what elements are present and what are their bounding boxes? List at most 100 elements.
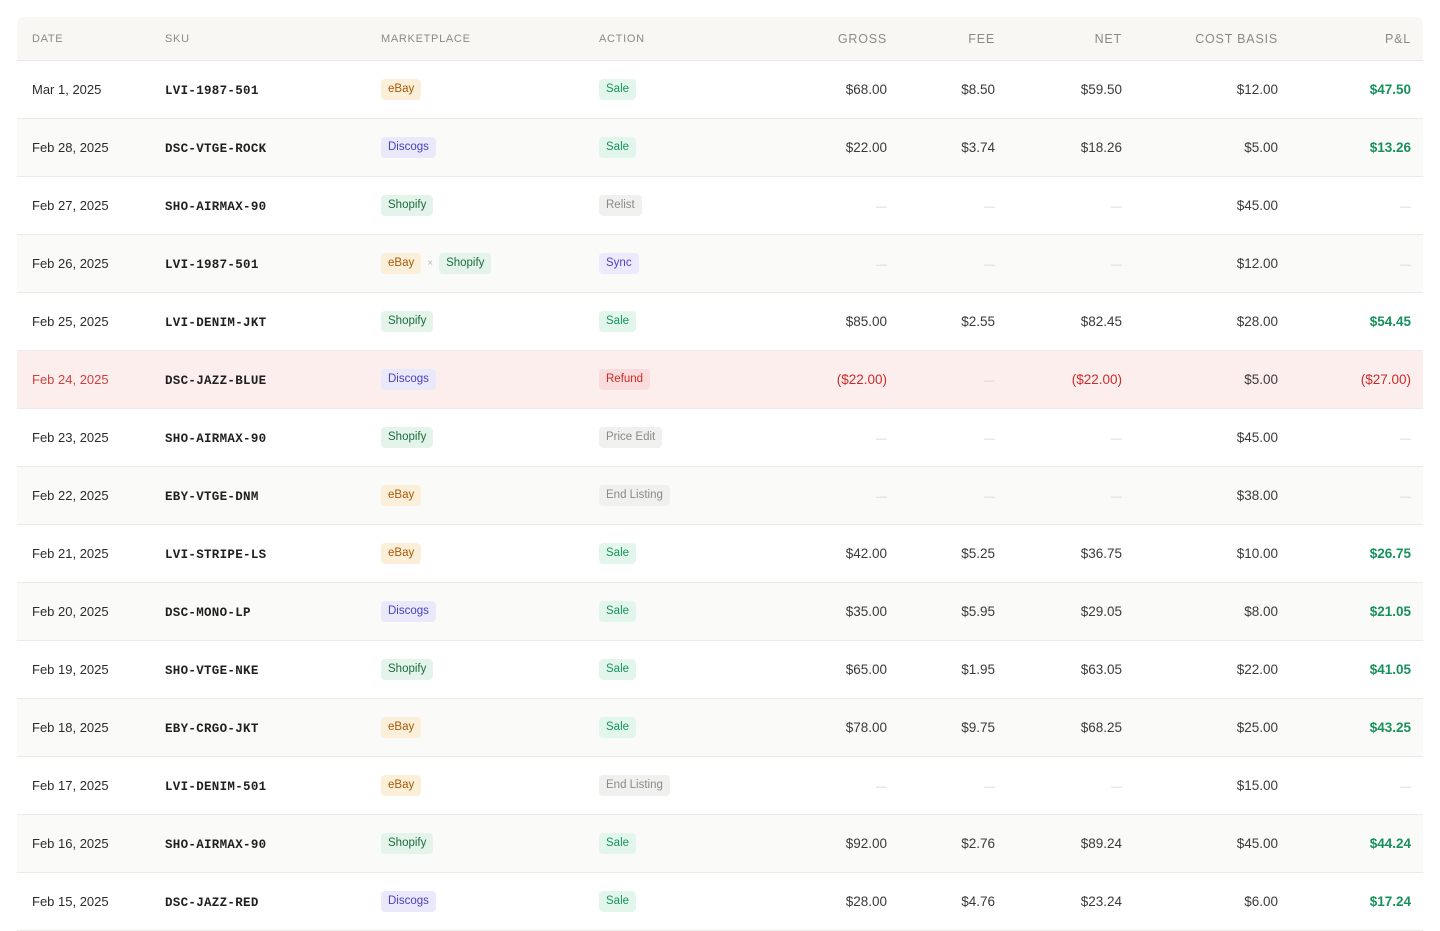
column-header-action[interactable]: ACTION	[599, 33, 759, 45]
row-net: $63.05	[995, 662, 1122, 677]
row-gross: $42.00	[759, 546, 887, 561]
column-header-sku[interactable]: SKU	[165, 33, 381, 45]
column-header-cost-basis[interactable]: COST BASIS	[1122, 32, 1278, 46]
row-sku[interactable]: LVI-1987-501	[165, 84, 259, 98]
row-pl-value: $13.26	[1369, 140, 1411, 155]
table-row[interactable]: Feb 20, 2025 DSC-MONO-LP Discogs Sale $35.00…	[17, 583, 1423, 641]
row-date: Feb 19, 2025	[32, 662, 109, 677]
row-gross: —	[759, 778, 887, 793]
table-row[interactable]: Feb 23, 2025 SHO-AIRMAX-90 Shopify Price Ed…	[17, 409, 1423, 467]
empty-value: —	[984, 491, 995, 503]
row-cost-basis: $5.00	[1122, 140, 1278, 155]
row-sku-cell: SHO-AIRMAX-90	[165, 198, 381, 214]
row-pl: $43.25	[1278, 720, 1411, 735]
row-sku-cell: SHO-VTGE-NKE	[165, 662, 381, 678]
row-marketplace-cell: Discogs	[381, 137, 599, 158]
row-action-cell: Sale	[599, 543, 759, 564]
row-sku[interactable]: LVI-1987-501	[165, 258, 259, 272]
table-row[interactable]: Feb 27, 2025 SHO-AIRMAX-90 Shopify Relist — —…	[17, 177, 1423, 235]
row-sku[interactable]: LVI-STRIPE-LS	[165, 548, 266, 562]
row-pl: $44.24	[1278, 836, 1411, 851]
row-sku[interactable]: DSC-JAZZ-RED	[165, 896, 259, 910]
row-fee-value: $1.95	[961, 662, 995, 677]
row-gross: $68.00	[759, 82, 887, 97]
row-sku[interactable]: DSC-JAZZ-BLUE	[165, 374, 266, 388]
column-header-date[interactable]: DATE	[17, 33, 165, 45]
row-marketplace-cell: eBay	[381, 717, 599, 738]
row-sku[interactable]: LVI-DENIM-JKT	[165, 316, 266, 330]
empty-value: —	[876, 201, 887, 213]
table-row[interactable]: Feb 19, 2025 SHO-VTGE-NKE Shopify Sale $65.0…	[17, 641, 1423, 699]
row-net-value: $18.26	[1080, 140, 1122, 155]
row-fee: —	[887, 430, 995, 445]
row-cost-basis: $10.00	[1122, 546, 1278, 561]
row-sku[interactable]: SHO-AIRMAX-90	[165, 200, 266, 214]
row-sku[interactable]: EBY-CRGO-JKT	[165, 722, 259, 736]
table-row[interactable]: Feb 15, 2025 DSC-JAZZ-RED Discogs Sale $28.0…	[17, 873, 1423, 931]
marketplace-badge-ebay: eBay	[381, 485, 422, 506]
row-gross: —	[759, 488, 887, 503]
row-net-value: ($22.00)	[1071, 372, 1122, 387]
column-header-gross[interactable]: GROSS	[759, 32, 887, 46]
row-net-value: $59.50	[1080, 82, 1122, 97]
table-row[interactable]: Feb 28, 2025 DSC-VTGE-ROCK Discogs Sale $22.…	[17, 119, 1423, 177]
column-header-net[interactable]: NET	[995, 32, 1122, 46]
row-action-cell: Price Edit	[599, 427, 759, 448]
empty-value: —	[984, 259, 995, 271]
row-sku[interactable]: SHO-VTGE-NKE	[165, 664, 259, 678]
table-row[interactable]: Feb 21, 2025 LVI-STRIPE-LS eBay Sale $42.00 $…	[17, 525, 1423, 583]
table-row[interactable]: Feb 24, 2025 DSC-JAZZ-BLUE Discogs Refund ($…	[17, 351, 1423, 409]
row-marketplace-cell: Shopify	[381, 195, 599, 216]
row-sku[interactable]: SHO-AIRMAX-90	[165, 838, 266, 852]
row-fee-value: $9.75	[961, 720, 995, 735]
row-pl-value: $21.05	[1369, 604, 1411, 619]
row-action-cell: Sale	[599, 717, 759, 738]
row-net: —	[995, 778, 1122, 793]
table-row[interactable]: Feb 18, 2025 EBY-CRGO-JKT eBay Sale $78.00 $9…	[17, 699, 1423, 757]
row-marketplace-cell: Discogs	[381, 369, 599, 390]
column-header-fee[interactable]: FEE	[887, 32, 995, 46]
empty-value: —	[1111, 201, 1122, 213]
column-header-pl[interactable]: P&L	[1278, 32, 1411, 46]
table-row[interactable]: Feb 17, 2025 LVI-DENIM-501 eBay End Listing…	[17, 757, 1423, 815]
row-net: $82.45	[995, 314, 1122, 329]
table-row[interactable]: Feb 22, 2025 EBY-VTGE-DNM eBay End Listing —…	[17, 467, 1423, 525]
row-pl: $41.05	[1278, 662, 1411, 677]
empty-value: —	[1400, 781, 1411, 793]
row-fee: $3.74	[887, 140, 995, 155]
row-marketplace-cell: Shopify	[381, 427, 599, 448]
row-date: Feb 26, 2025	[32, 256, 109, 271]
row-pl-value: $26.75	[1369, 546, 1411, 561]
row-sku[interactable]: DSC-VTGE-ROCK	[165, 142, 266, 156]
row-sku-cell: LVI-DENIM-JKT	[165, 314, 381, 330]
table-row[interactable]: Feb 25, 2025 LVI-DENIM-JKT Shopify Sale $85.…	[17, 293, 1423, 351]
row-net-value: $63.05	[1080, 662, 1122, 677]
row-fee-value: $2.76	[961, 836, 995, 851]
row-marketplace-cell: Shopify	[381, 833, 599, 854]
table-row[interactable]: Feb 16, 2025 SHO-AIRMAX-90 Shopify Sale $92.…	[17, 815, 1423, 873]
row-pl-value: $44.24	[1369, 836, 1411, 851]
action-badge-sale: Sale	[599, 79, 637, 100]
marketplace-badge-discogs: Discogs	[381, 601, 436, 622]
row-fee-value: $5.25	[961, 546, 995, 561]
row-sku[interactable]: EBY-VTGE-DNM	[165, 490, 259, 504]
table-row[interactable]: Mar 1, 2025 LVI-1987-501 eBay Sale $68.00 $8.…	[17, 61, 1423, 119]
row-net: —	[995, 198, 1122, 213]
marketplace-badge-ebay: eBay	[381, 253, 422, 274]
marketplace-badge-discogs: Discogs	[381, 369, 436, 390]
row-sku[interactable]: SHO-AIRMAX-90	[165, 432, 266, 446]
row-sku[interactable]: LVI-DENIM-501	[165, 780, 266, 794]
table-row[interactable]: Feb 26, 2025 LVI-1987-501 eBay × Shopify Sync…	[17, 235, 1423, 293]
row-gross: —	[759, 430, 887, 445]
row-fee: $4.76	[887, 894, 995, 909]
column-header-marketplace[interactable]: MARKETPLACE	[381, 33, 599, 45]
row-date: Feb 23, 2025	[32, 430, 109, 445]
row-gross: $65.00	[759, 662, 887, 677]
row-gross: $22.00	[759, 140, 887, 155]
row-cost-basis-value: $45.00	[1236, 430, 1278, 445]
row-fee: $9.75	[887, 720, 995, 735]
row-sku-cell: DSC-JAZZ-BLUE	[165, 372, 381, 388]
row-action-cell: Refund	[599, 369, 759, 390]
row-fee-value: $4.76	[961, 894, 995, 909]
row-sku[interactable]: DSC-MONO-LP	[165, 606, 251, 620]
